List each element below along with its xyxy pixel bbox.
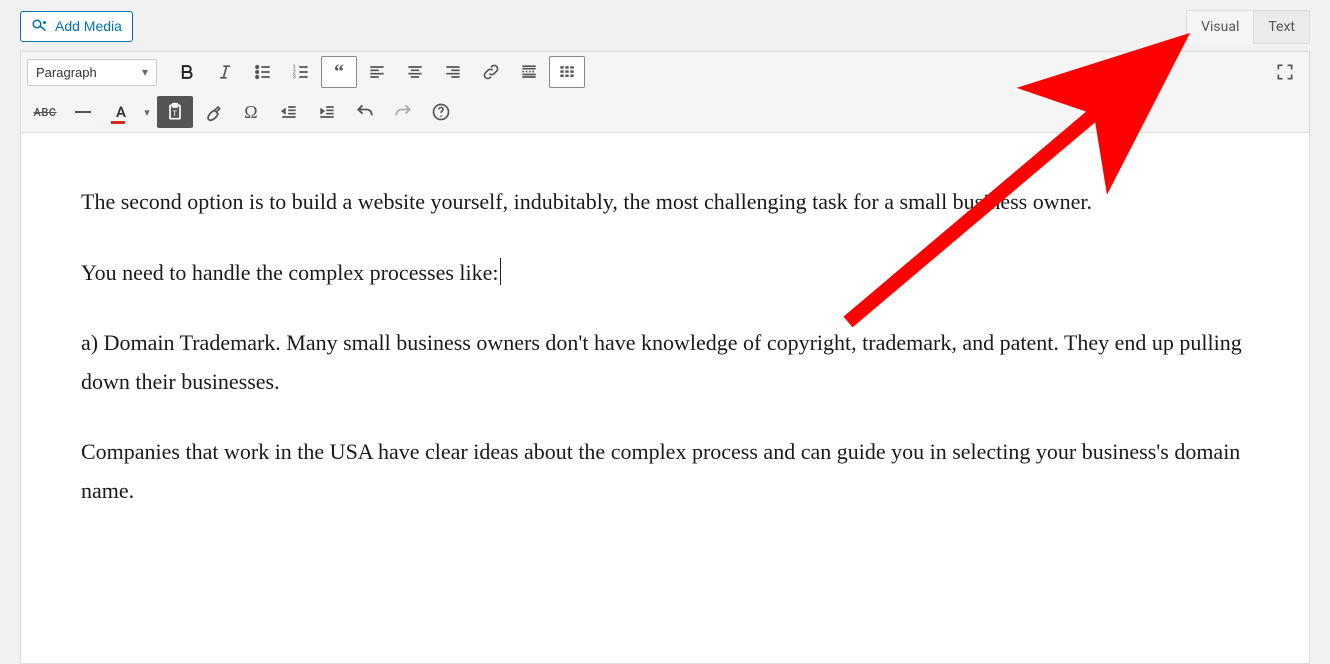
- bold-button[interactable]: [169, 56, 205, 88]
- fullscreen-button[interactable]: [1267, 56, 1303, 88]
- omega-icon: Ω: [244, 102, 257, 123]
- horizontal-rule-button[interactable]: [65, 96, 101, 128]
- editor-content-area[interactable]: The second option is to build a website …: [20, 133, 1310, 664]
- strike-icon: ABC: [33, 106, 56, 119]
- toolbar-row-1: Paragraph 123 “: [21, 52, 1309, 92]
- editor-container: Add Media Visual Text Paragraph 123 “: [20, 0, 1310, 664]
- blockquote-button[interactable]: “: [321, 56, 357, 88]
- svg-text:T: T: [173, 109, 178, 118]
- text-color-dropdown[interactable]: ▾: [139, 96, 155, 128]
- numbered-list-button[interactable]: 123: [283, 56, 319, 88]
- italic-button[interactable]: [207, 56, 243, 88]
- content-paragraph: You need to handle the complex processes…: [81, 254, 1249, 293]
- redo-button[interactable]: [385, 96, 421, 128]
- text-color-button[interactable]: A: [103, 96, 139, 128]
- add-media-label: Add Media: [55, 17, 122, 35]
- quote-icon: “: [334, 67, 344, 77]
- bulleted-list-button[interactable]: [245, 56, 281, 88]
- hr-icon: [75, 111, 91, 113]
- help-button[interactable]: [423, 96, 459, 128]
- read-more-button[interactable]: [511, 56, 547, 88]
- svg-text:3: 3: [293, 75, 296, 81]
- media-icon: [31, 18, 49, 36]
- indent-button[interactable]: [309, 96, 345, 128]
- content-paragraph: a) Domain Trademark. Many small business…: [81, 324, 1249, 401]
- format-select-wrap[interactable]: Paragraph: [27, 59, 157, 86]
- text-color-swatch: [111, 121, 125, 124]
- paragraph-format-select[interactable]: Paragraph: [27, 59, 157, 86]
- content-paragraph: Companies that work in the USA have clea…: [81, 433, 1249, 510]
- add-media-button[interactable]: Add Media: [20, 11, 133, 41]
- clear-formatting-button[interactable]: [195, 96, 231, 128]
- tab-text[interactable]: Text: [1254, 10, 1310, 44]
- paste-as-text-button[interactable]: T: [157, 96, 193, 128]
- outdent-button[interactable]: [271, 96, 307, 128]
- undo-button[interactable]: [347, 96, 383, 128]
- editor-tabs: Visual Text: [1186, 10, 1310, 44]
- media-toolbar: Add Media Visual Text: [20, 0, 1310, 51]
- toolbar-toggle-button[interactable]: [549, 56, 585, 88]
- toolbar-row-2: ABC A ▾ T Ω: [21, 92, 1309, 132]
- special-character-button[interactable]: Ω: [233, 96, 269, 128]
- align-left-button[interactable]: [359, 56, 395, 88]
- align-right-button[interactable]: [435, 56, 471, 88]
- tab-visual[interactable]: Visual: [1186, 10, 1254, 44]
- content-paragraph: The second option is to build a website …: [81, 183, 1249, 222]
- align-center-button[interactable]: [397, 56, 433, 88]
- insert-link-button[interactable]: [473, 56, 509, 88]
- strikethrough-button[interactable]: ABC: [27, 96, 63, 128]
- formatting-toolbar: Paragraph 123 “ ABC A: [20, 51, 1310, 133]
- text-cursor: [500, 258, 501, 284]
- text-color-icon: A: [116, 103, 126, 121]
